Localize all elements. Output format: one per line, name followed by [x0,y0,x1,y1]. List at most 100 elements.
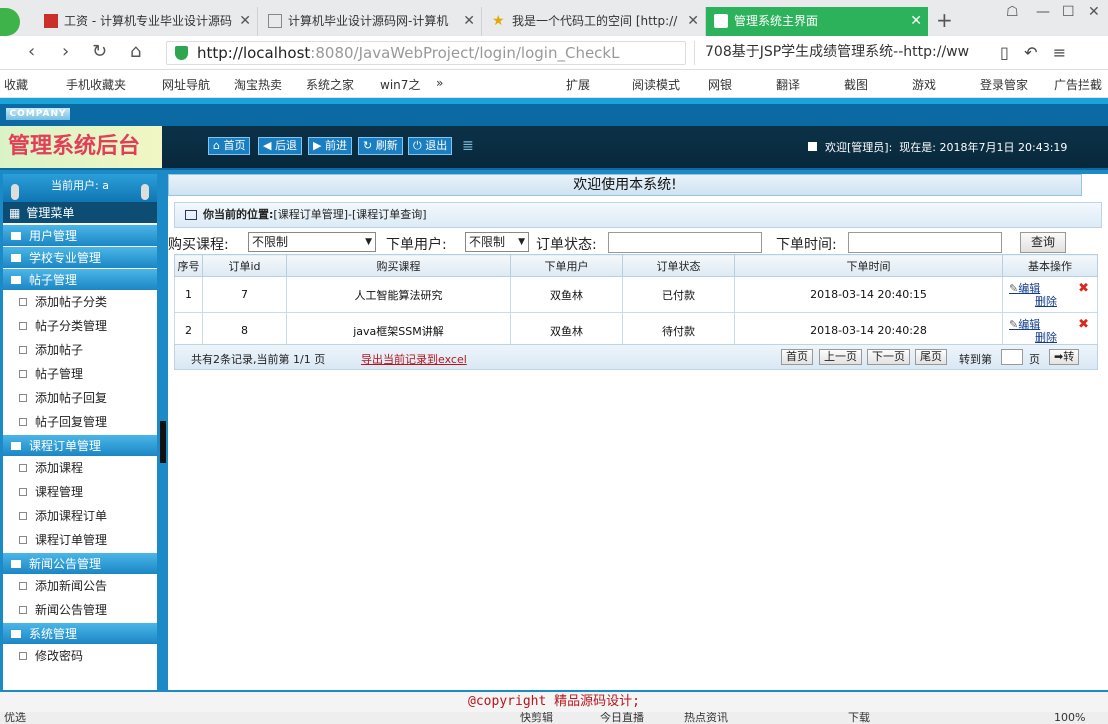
menu-group-system[interactable]: 系统管理 [3,622,157,644]
sidebar-splitter-handle[interactable] [160,421,166,463]
delete-x-icon[interactable]: ✖ [1078,317,1089,332]
skin-icon[interactable]: ☖ [1006,4,1019,20]
new-tab-icon[interactable]: + [936,8,953,32]
group-label: 新闻公告管理 [29,557,102,571]
export-excel-link[interactable]: 导出当前记录到excel [361,351,467,367]
tab-3[interactable]: ★ 我是一个代码工的空间 [http:// ✕ [484,7,706,36]
group-label: 课程订单管理 [29,439,102,453]
first-page-button[interactable]: 首页 [781,349,813,365]
back-icon[interactable]: ‹ [28,41,35,62]
menu-icon[interactable]: ≡ [1053,43,1066,62]
menu-group-news[interactable]: 新闻公告管理 [3,552,157,574]
zoom-level[interactable]: 100% [1054,712,1085,724]
bookmark-item[interactable]: 扩展 [566,76,590,93]
time-input[interactable] [848,232,1002,253]
user-select[interactable]: 不限制 ▼ [465,232,529,252]
goto-page-input[interactable] [1001,349,1023,365]
delete-x-icon[interactable]: ✖ [1078,281,1089,296]
last-page-button[interactable]: 尾页 [915,349,947,365]
menu-item[interactable]: 修改密码 [3,644,157,668]
course-filter-label: 购买课程: [168,237,229,253]
maximize-icon[interactable]: ☐ [1062,4,1075,20]
chevron-down-icon: ▼ [365,237,372,247]
location-icon [185,210,197,220]
close-icon[interactable]: ✕ [687,7,699,35]
go-button[interactable]: ➡转 [1049,349,1080,365]
home-icon[interactable]: ⌂ [130,41,141,62]
folder-icon [11,254,21,262]
menu-item[interactable]: 添加帖子 [3,338,157,362]
menu-item[interactable]: 帖子回复管理 [3,410,157,434]
menu-group-posts[interactable]: 帖子管理 [3,268,157,290]
bookmark-more[interactable]: » [436,76,443,90]
bookmark-item[interactable]: 阅读模式 [632,76,680,93]
status-item[interactable]: 今日直播 [600,712,644,724]
logout-button[interactable]: ⏻ 退出 [408,137,453,155]
bookmark-item[interactable]: 手机收藏夹 [66,76,126,93]
course-select[interactable]: 不限制 ▼ [248,232,376,252]
state-input[interactable] [608,232,762,253]
bookmark-item[interactable]: 淘宝热卖 [234,76,282,93]
menu-item[interactable]: 添加课程订单 [3,504,157,528]
bookmark-item[interactable]: 游戏 [912,76,936,93]
bookmark-item[interactable]: 系统之家 [306,76,354,93]
menu-item[interactable]: 新闻公告管理 [3,598,157,622]
next-page-button[interactable]: 下一页 [867,349,910,365]
bookmark-item[interactable]: 翻译 [776,76,800,93]
forward-icon[interactable]: › [62,41,69,62]
menu-group-school[interactable]: 学校专业管理 [3,246,157,268]
bookmark-item[interactable]: win7之 [380,76,420,93]
menu-item[interactable]: 课程管理 [3,480,157,504]
delete-link[interactable]: 删除 [1009,295,1097,308]
home-button[interactable]: ⌂ 首页 [208,137,251,155]
menu-title-label: 管理菜单 [26,206,75,220]
back-button[interactable]: ◀ 后退 [258,137,302,155]
phone-icon[interactable]: ▯ [1000,43,1009,62]
close-window-icon[interactable]: ✕ [1088,4,1100,20]
status-item[interactable]: 快剪辑 [520,712,553,724]
status-item[interactable]: 下载 [848,712,870,724]
tab-2[interactable]: 计算机毕业设计源码网-计算机 ✕ [260,7,482,36]
close-icon[interactable]: ✕ [463,7,475,35]
url-input[interactable]: http://localhost:8080/JavaWebProject/log… [166,41,686,65]
close-icon[interactable]: ✕ [239,7,251,35]
delete-link[interactable]: 删除 [1009,331,1097,344]
bookmark-item[interactable]: 广告拦截 [1054,76,1102,93]
menu-item[interactable]: 添加新闻公告 [3,574,157,598]
undo-icon[interactable]: ↶ [1024,43,1037,62]
query-button[interactable]: 查询 [1020,232,1067,253]
menu-group-users[interactable]: 用户管理 [3,224,157,246]
refresh-button[interactable]: ↻ 刷新 [358,137,403,155]
item-icon [19,298,27,306]
breadcrumb: 你当前的位置:[课程订单管理]-[课程订单查询] [174,202,1102,228]
browser-logo-icon [0,8,20,36]
prev-page-button[interactable]: 上一页 [819,349,862,365]
menu-item-label: 添加课程订单 [35,509,108,523]
status-item[interactable]: 热点资讯 [684,712,728,724]
forward-button[interactable]: ▶ 前进 [308,137,352,155]
footer-copyright: @copyright 精品源码设计; [0,690,1108,712]
bookmark-item[interactable]: 截图 [844,76,868,93]
reload-icon[interactable]: ↻ [92,41,107,62]
item-icon [19,606,27,614]
menu-item[interactable]: 添加课程 [3,456,157,480]
menu-item[interactable]: 帖子分类管理 [3,314,157,338]
menu-group-course-orders[interactable]: 课程订单管理 [3,434,157,456]
menu-item[interactable]: 添加帖子分类 [3,290,157,314]
bookmark-item[interactable]: 网址导航 [162,76,210,93]
menu-item[interactable]: 添加帖子回复 [3,386,157,410]
bookmark-item[interactable]: 网银 [708,76,732,93]
close-icon[interactable]: ✕ [910,7,922,35]
bookmark-item[interactable]: 收藏 [4,76,28,93]
tab-active[interactable]: 管理系统主界面 ✕ [706,7,928,36]
orders-table: 序号 订单id 购买课程 下单用户 订单状态 下单时间 基本操作 1 7 人工智… [174,254,1098,349]
menu-item[interactable]: 课程订单管理 [3,528,157,552]
tab-1[interactable]: 工资 - 计算机专业毕业设计源码 ✕ [36,7,258,36]
bookmark-item[interactable]: 登录管家 [980,76,1028,93]
search-input[interactable]: 708基于JSP学生成绩管理系统--http://ww [694,41,970,65]
minimize-icon[interactable]: — [1036,4,1050,20]
cell-actions: ✎编辑 ✖ 删除 [1002,276,1098,313]
menu-item-label: 修改密码 [35,649,84,663]
menu-item[interactable]: 帖子管理 [3,362,157,386]
course-select-value: 不限制 [252,235,289,249]
